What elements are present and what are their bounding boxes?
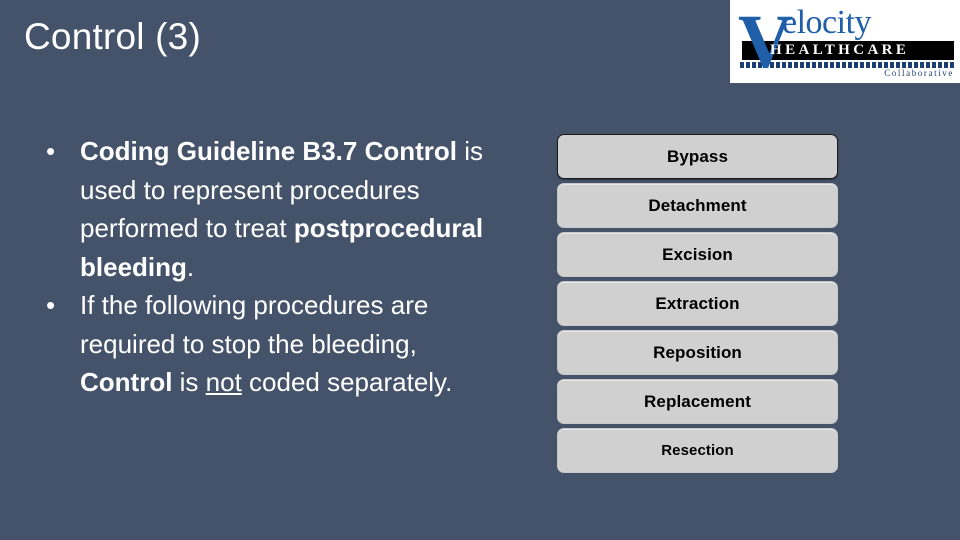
procedure-button-label: Detachment xyxy=(648,195,747,215)
bullet-item: • If the following procedures are require… xyxy=(32,286,512,402)
bullet-text-segment: Control xyxy=(80,367,173,397)
procedure-button-replacement[interactable]: Replacement xyxy=(557,379,838,424)
page-title: Control (3) xyxy=(24,16,201,57)
bullet-marker-icon: • xyxy=(46,136,56,166)
bullet-text: Coding Guideline B3.7 Control is used to… xyxy=(80,136,483,282)
procedure-button-label: Excision xyxy=(662,244,733,264)
procedure-button-label: Resection xyxy=(661,442,734,459)
procedure-button-label: Replacement xyxy=(644,391,751,411)
bullet-item: • Coding Guideline B3.7 Control is used t… xyxy=(32,132,512,286)
bullet-list: • Coding Guideline B3.7 Control is used t… xyxy=(32,132,512,402)
procedure-button-label: Extraction xyxy=(655,293,740,313)
logo-brand-name: elocity xyxy=(782,4,872,41)
brand-logo: V elocity HEALTHCARE Collaborative xyxy=(730,0,960,83)
bullet-text-segment: Coding Guideline B3.7 Control xyxy=(80,136,457,166)
logo-brand-sub: HEALTHCARE xyxy=(770,42,910,58)
bullet-text: If the following procedures are required… xyxy=(80,290,452,397)
bullet-text-segment: If the following procedures are required… xyxy=(80,290,429,359)
bullet-marker-icon: • xyxy=(46,290,56,320)
procedure-button-label: Reposition xyxy=(653,342,742,362)
procedure-button-label: Bypass xyxy=(666,146,729,166)
procedure-button-detachment[interactable]: Detachment xyxy=(557,183,838,228)
procedure-button-bypass[interactable]: Bypass xyxy=(557,134,838,179)
bullet-text-segment: is xyxy=(172,367,206,397)
bullet-text-segment: . xyxy=(186,251,195,282)
procedure-button-resection[interactable]: Resection xyxy=(557,428,838,473)
procedure-button-reposition[interactable]: Reposition xyxy=(557,330,838,375)
bullet-text-segment: coded separately. xyxy=(241,367,453,397)
logo-artwork: V elocity HEALTHCARE Collaborative xyxy=(730,0,960,83)
procedure-button-extraction[interactable]: Extraction xyxy=(557,281,838,326)
bullet-text-segment: not xyxy=(205,367,242,397)
procedure-button-excision[interactable]: Excision xyxy=(557,232,838,277)
slide-canvas: Control (3) V elocity HEALTHCARE Collabo… xyxy=(0,0,960,540)
procedure-button-list: Bypass Detachment Excision Extraction Reposi… xyxy=(557,134,838,477)
logo-brand-tagline: Collaborative xyxy=(884,68,954,78)
